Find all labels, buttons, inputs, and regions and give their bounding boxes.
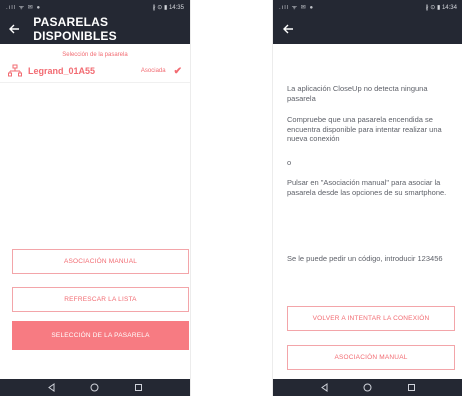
- app-bar: [273, 14, 462, 44]
- status-bar: ⁠.ıll ⁠ᯤ ⁠✉ ⁠● ∦ ⊙ ▮ 14:34: [273, 0, 462, 14]
- nav-recents-icon[interactable]: [133, 383, 143, 393]
- section-label: Selección de la pasarela: [62, 52, 128, 58]
- retry-connection-button[interactable]: VOLVER A INTENTAR LA CONEXIÓN: [287, 306, 455, 331]
- status-time: ∦ ⊙ ▮ 14:35: [152, 4, 184, 11]
- manual-association-button[interactable]: ASOCIACIÓN MANUAL: [287, 345, 455, 370]
- phone-screen-gateway-list: ⁠.ıll ⁠ᯤ ⁠✉ ⁠● ∦ ⊙ ▮ 14:35 PASARELAS DIS…: [0, 0, 190, 396]
- phone-screen-no-gateway: ⁠.ıll ⁠ᯤ ⁠✉ ⁠● ∦ ⊙ ▮ 14:34 La aplicación…: [273, 0, 462, 396]
- manual-association-button[interactable]: ASOCIACIÓN MANUAL: [12, 249, 189, 274]
- nav-back-icon[interactable]: [47, 383, 57, 393]
- nav-recents-icon[interactable]: [406, 383, 416, 393]
- message-check-gateway: Compruebe que una pasarela encendida se …: [287, 115, 442, 143]
- nav-home-icon[interactable]: [90, 383, 100, 393]
- back-arrow-icon[interactable]: [4, 14, 25, 44]
- message-code: Se le puede pedir un código, introducir …: [287, 254, 443, 263]
- nav-home-icon[interactable]: [363, 383, 373, 393]
- gateway-row[interactable]: Legrand_01A55 Asociada ✔: [0, 60, 190, 83]
- message-no-gateway: La aplicación CloseUp no detecta ninguna…: [287, 84, 428, 103]
- status-time: ∦ ⊙ ▮ 14:34: [425, 4, 457, 11]
- message-or: o: [287, 158, 292, 167]
- gateway-status: Asociada: [140, 68, 166, 74]
- back-arrow-icon[interactable]: [277, 14, 299, 44]
- status-icons-left: ⁠.ıll ⁠ᯤ ⁠✉ ⁠●: [6, 5, 42, 11]
- status-bar: ⁠.ıll ⁠ᯤ ⁠✉ ⁠● ∦ ⊙ ▮ 14:35: [0, 0, 190, 14]
- system-nav-bar: [0, 379, 190, 396]
- system-nav-bar: [273, 379, 462, 396]
- refresh-list-button[interactable]: REFRESCAR LA LISTA: [12, 287, 189, 312]
- message-manual-instructions: Pulsar en "Asociación manual" para asoci…: [287, 178, 447, 197]
- network-icon: [8, 64, 22, 77]
- gateway-name: Legrand_01A55: [28, 66, 96, 76]
- nav-back-icon[interactable]: [320, 383, 330, 393]
- app-bar: PASARELAS DISPONIBLES: [0, 14, 190, 44]
- checkmark-icon: ✔: [173, 65, 182, 77]
- page-title: PASARELAS DISPONIBLES: [33, 15, 117, 43]
- status-icons-left: ⁠.ıll ⁠ᯤ ⁠✉ ⁠●: [279, 5, 315, 11]
- select-gateway-button[interactable]: SELECCIÓN DE LA PASARELA: [12, 321, 189, 350]
